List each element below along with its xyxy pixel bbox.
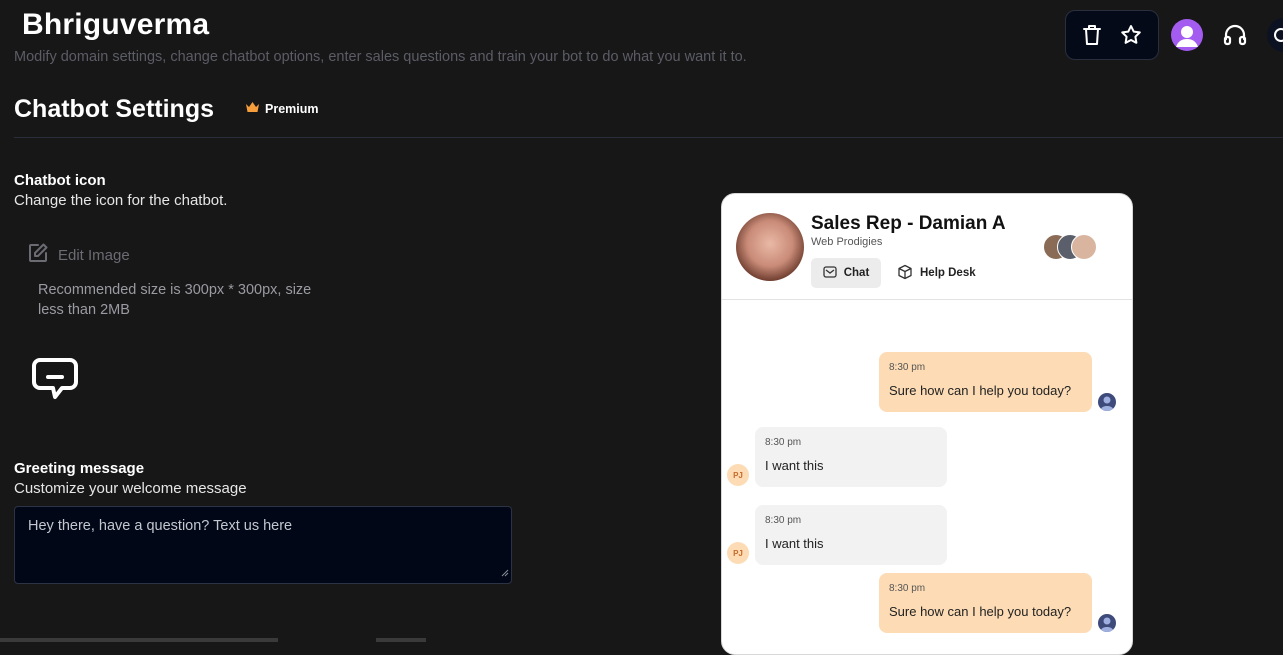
rep-company: Web Prodigies xyxy=(811,236,883,248)
rep-avatar xyxy=(736,213,804,281)
team-avatars xyxy=(1043,234,1103,260)
chat-bubble-icon xyxy=(31,356,79,407)
chat-message-outgoing: 8:30 pm Sure how can I help you today? xyxy=(879,352,1092,412)
headset-icon[interactable] xyxy=(1222,22,1248,53)
greeting-label: Greeting message xyxy=(14,460,145,477)
edit-image-label: Edit Image xyxy=(58,246,130,264)
tab-chat-label: Chat xyxy=(843,267,870,279)
greeting-description: Customize your welcome message xyxy=(14,480,247,497)
message-time: 8:30 pm xyxy=(765,437,802,448)
tab-help-desk-label: Help Desk xyxy=(920,267,976,279)
chatbot-icon-description: Change the icon for the chatbot. xyxy=(14,192,228,209)
message-text: Sure how can I help you today? xyxy=(889,604,1072,619)
greeting-message-input[interactable]: Hey there, have a question? Text us here xyxy=(14,506,512,584)
search-icon[interactable] xyxy=(1267,18,1283,52)
chatbot-preview: Sales Rep - Damian A Web Prodigies Chat … xyxy=(721,193,1133,655)
tab-chat[interactable]: Chat xyxy=(811,258,881,288)
message-time: 8:30 pm xyxy=(889,583,926,594)
greeting-message-text: Hey there, have a question? Text us here xyxy=(28,518,293,534)
section-title: Chatbot Settings xyxy=(14,95,214,123)
chatbot-icon-label: Chatbot icon xyxy=(14,172,106,189)
message-time: 8:30 pm xyxy=(889,362,926,373)
edit-image-button[interactable]: Edit Image xyxy=(27,242,130,268)
user-initials-avatar: PJ xyxy=(727,464,749,486)
mail-icon xyxy=(823,265,837,281)
resize-handle-icon[interactable] xyxy=(500,565,509,581)
app-title: Bhriguverma xyxy=(22,8,210,41)
image-size-hint: Recommended size is 300px * 300px, size … xyxy=(38,282,312,318)
horizontal-scrollbar[interactable] xyxy=(0,638,278,642)
chat-message-outgoing: 8:30 pm Sure how can I help you today? xyxy=(879,573,1092,633)
star-icon[interactable] xyxy=(1119,23,1143,47)
chat-message-incoming: 8:30 pm I want this xyxy=(755,427,947,487)
chat-message-incoming: 8:30 pm I want this xyxy=(755,505,947,565)
section-divider xyxy=(14,137,1283,138)
premium-label: Premium xyxy=(265,101,319,116)
user-initials-avatar: PJ xyxy=(727,542,749,564)
bot-avatar xyxy=(1098,393,1116,411)
team-avatar xyxy=(1071,234,1097,260)
tab-help-desk[interactable]: Help Desk xyxy=(897,258,976,288)
user-avatar-icon[interactable] xyxy=(1171,19,1203,51)
rep-name: Sales Rep - Damian A xyxy=(811,213,1006,234)
edit-icon xyxy=(27,242,49,268)
page-subtitle: Modify domain settings, change chatbot o… xyxy=(14,49,747,65)
crown-icon xyxy=(245,101,260,116)
message-text: Sure how can I help you today? xyxy=(889,383,1072,398)
horizontal-scrollbar-thumb[interactable] xyxy=(376,638,426,642)
topbar-actions xyxy=(1065,10,1159,60)
message-text: I want this xyxy=(765,536,824,551)
message-time: 8:30 pm xyxy=(765,515,802,526)
preview-divider xyxy=(722,299,1132,300)
trash-icon[interactable] xyxy=(1081,23,1103,47)
message-text: I want this xyxy=(765,458,824,473)
premium-badge: Premium xyxy=(245,101,319,116)
bot-avatar xyxy=(1098,614,1116,632)
box-icon xyxy=(897,264,913,283)
